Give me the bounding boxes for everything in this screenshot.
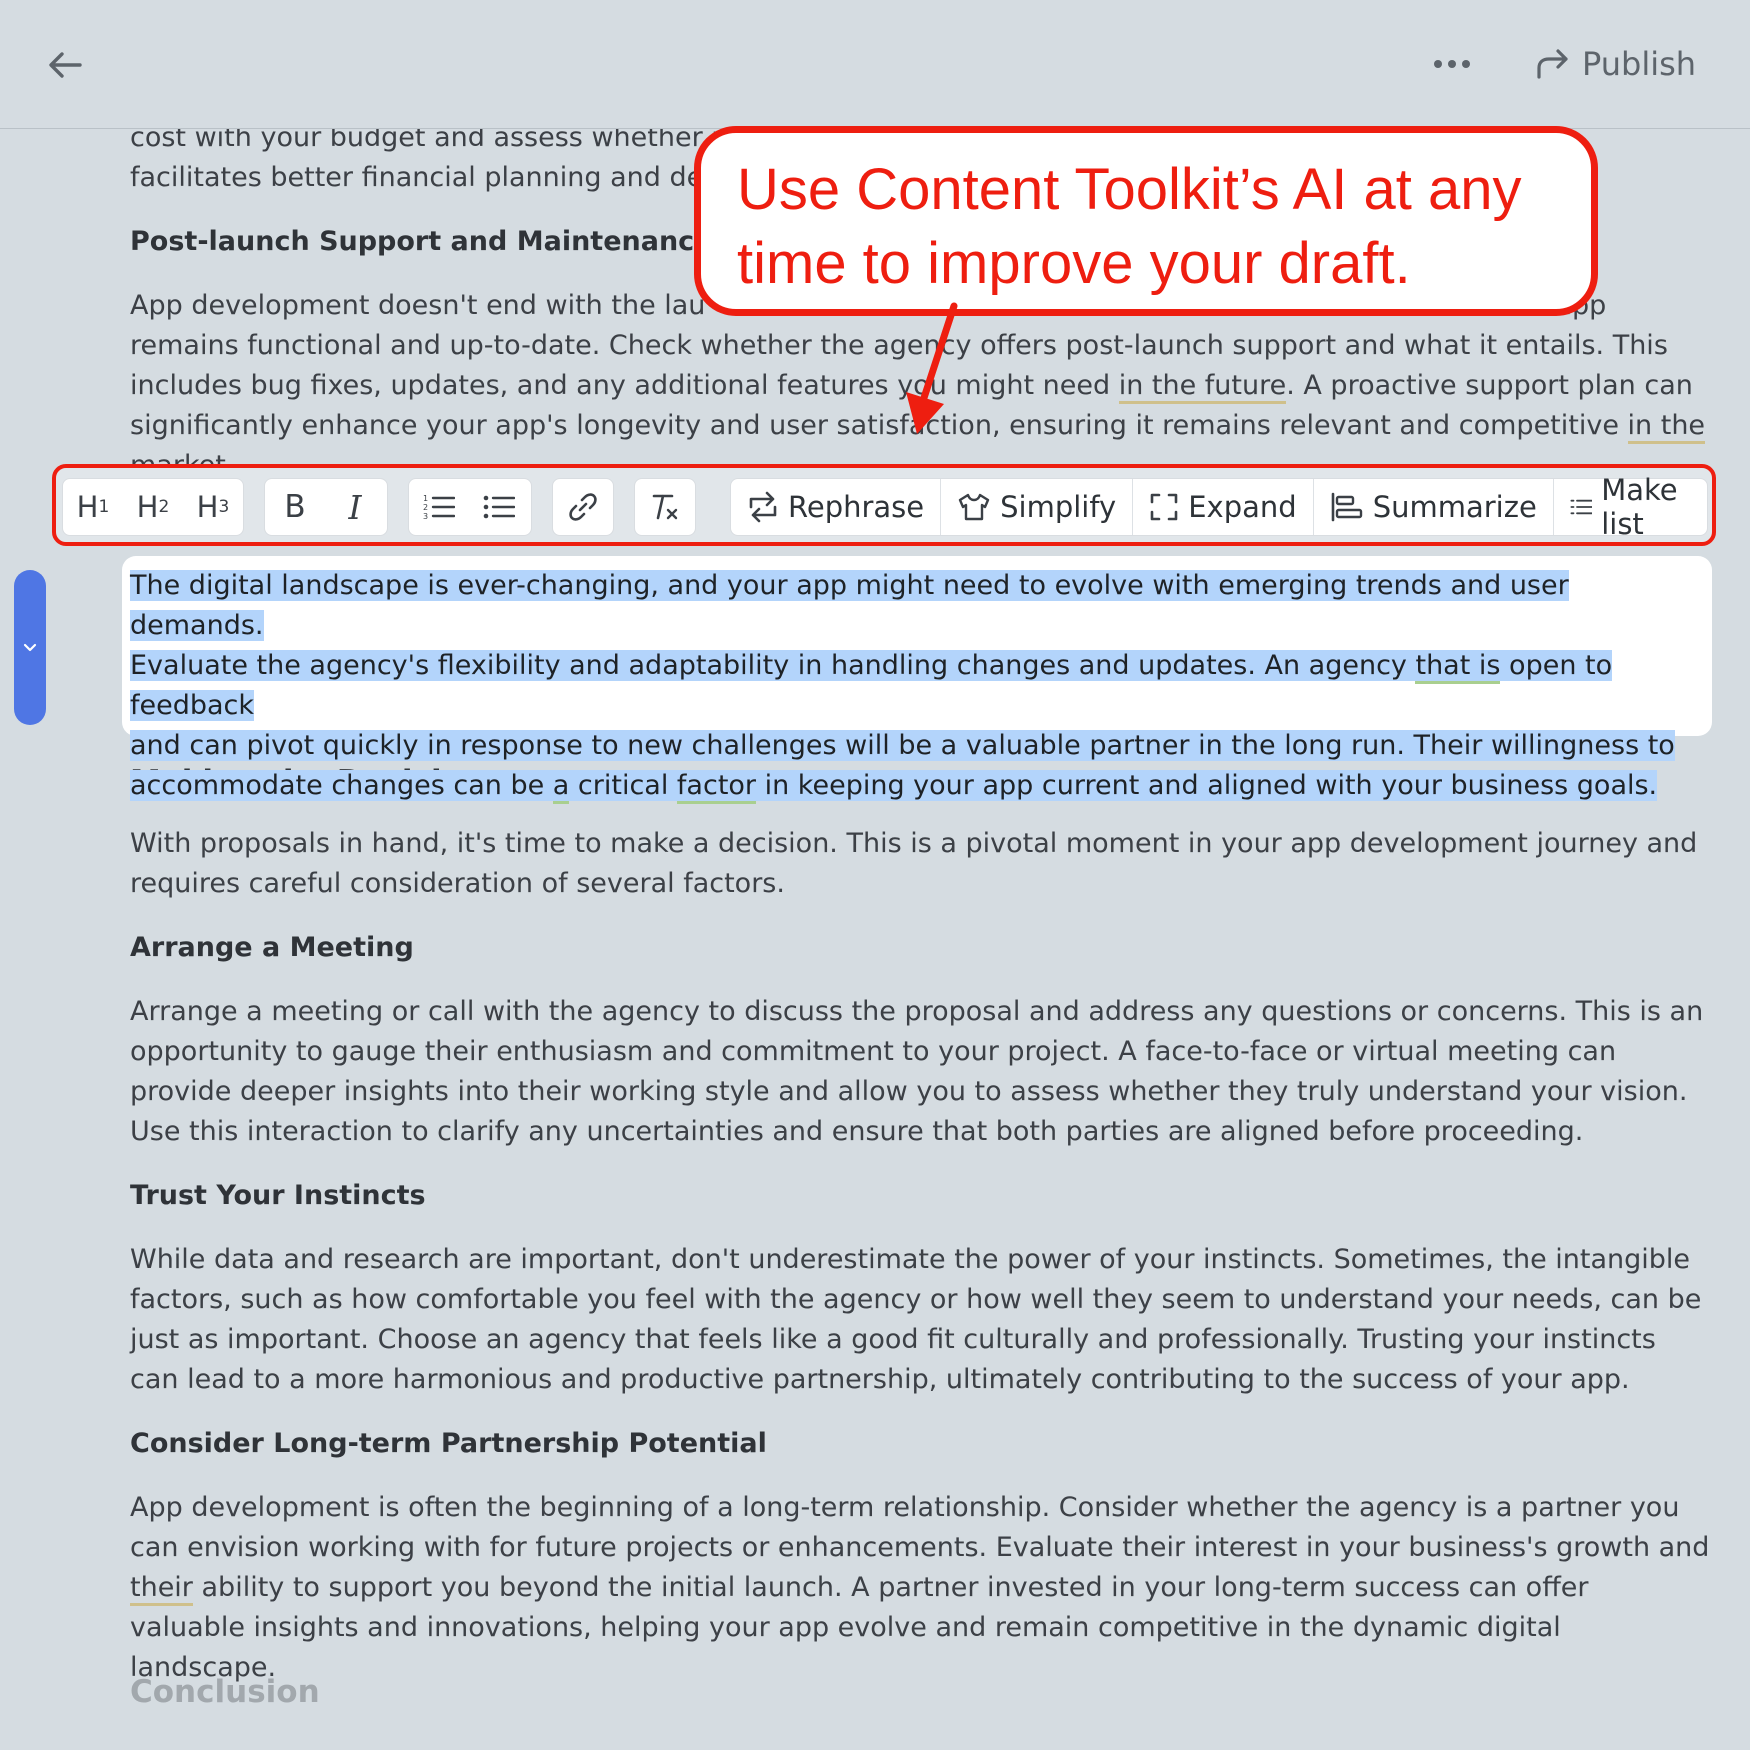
- paragraph-trust-instincts[interactable]: While data and research are important, d…: [130, 1240, 1710, 1400]
- ordered-list-icon: 1 2 3: [423, 494, 455, 521]
- bold-button[interactable]: B: [265, 479, 325, 535]
- list-group: 1 2 3: [408, 478, 532, 536]
- heading-1-button[interactable]: H1: [63, 479, 123, 535]
- simplify-button[interactable]: Simplify: [941, 479, 1134, 535]
- bullet-list-button[interactable]: [469, 479, 529, 535]
- clear-format-group: [634, 478, 696, 536]
- heading-2-button[interactable]: H2: [123, 479, 183, 535]
- expand-icon: [1150, 493, 1178, 521]
- publish-button[interactable]: Publish: [1536, 36, 1696, 92]
- svg-text:3: 3: [423, 512, 428, 521]
- more-options-button[interactable]: [1424, 42, 1480, 86]
- selected-paragraph[interactable]: The digital landscape is ever-changing, …: [130, 566, 1704, 806]
- heading-3-button[interactable]: H3: [183, 479, 243, 535]
- ordered-list-button[interactable]: 1 2 3: [409, 479, 469, 535]
- svg-text:1: 1: [423, 494, 428, 503]
- paragraph-partnership[interactable]: App development is often the beginning o…: [130, 1488, 1710, 1688]
- bullet-list-icon: [483, 495, 515, 519]
- formatting-toolbar: H1 H2 H3 B I 1 2 3 Rephrase Simplify Exp…: [52, 464, 1716, 546]
- top-bar: Publish: [0, 0, 1750, 129]
- svg-text:2: 2: [423, 503, 428, 512]
- italic-button[interactable]: I: [325, 479, 385, 535]
- more-horizontal-icon: [1434, 60, 1470, 68]
- heading-trust-instincts[interactable]: Trust Your Instincts: [130, 1176, 1710, 1216]
- rephrase-button[interactable]: Rephrase: [731, 479, 942, 535]
- annotation-arrow-icon: [906, 302, 958, 434]
- link-group: [552, 478, 614, 536]
- clear-formatting-button[interactable]: [635, 479, 695, 535]
- chevron-down-icon: [23, 643, 37, 651]
- rephrase-icon: [749, 491, 777, 523]
- summarize-button[interactable]: Summarize: [1314, 479, 1554, 535]
- heading-partnership[interactable]: Consider Long-term Partnership Potential: [130, 1424, 1710, 1464]
- paragraph-arrange-meeting[interactable]: Arrange a meeting or call with the agenc…: [130, 992, 1710, 1152]
- expand-button[interactable]: Expand: [1133, 479, 1314, 535]
- share-arrow-icon: [1537, 49, 1568, 79]
- back-button[interactable]: [40, 40, 90, 90]
- shirt-icon: [958, 493, 990, 521]
- link-button[interactable]: [553, 479, 613, 535]
- paragraph-making-decision[interactable]: With proposals in hand, it's time to mak…: [130, 824, 1710, 904]
- summarize-icon: [1331, 492, 1362, 522]
- list-icon: [1570, 499, 1593, 515]
- heading-group: H1 H2 H3: [62, 478, 244, 536]
- annotation-callout: Use Content Toolkit’s AI at any time to …: [694, 126, 1598, 316]
- block-handle[interactable]: [14, 570, 46, 725]
- heading-arrange-meeting[interactable]: Arrange a Meeting: [130, 928, 1710, 968]
- ai-actions-group: Rephrase Simplify Expand Summarize Make …: [730, 473, 1708, 541]
- arrow-left-icon: [49, 52, 82, 78]
- publish-label: Publish: [1582, 45, 1697, 83]
- make-list-button[interactable]: Make list: [1554, 473, 1707, 541]
- selected-block[interactable]: The digital landscape is ever-changing, …: [122, 556, 1712, 804]
- clear-formatting-icon: [652, 494, 678, 520]
- link-icon: [569, 493, 597, 521]
- text-style-group: B I: [264, 478, 388, 536]
